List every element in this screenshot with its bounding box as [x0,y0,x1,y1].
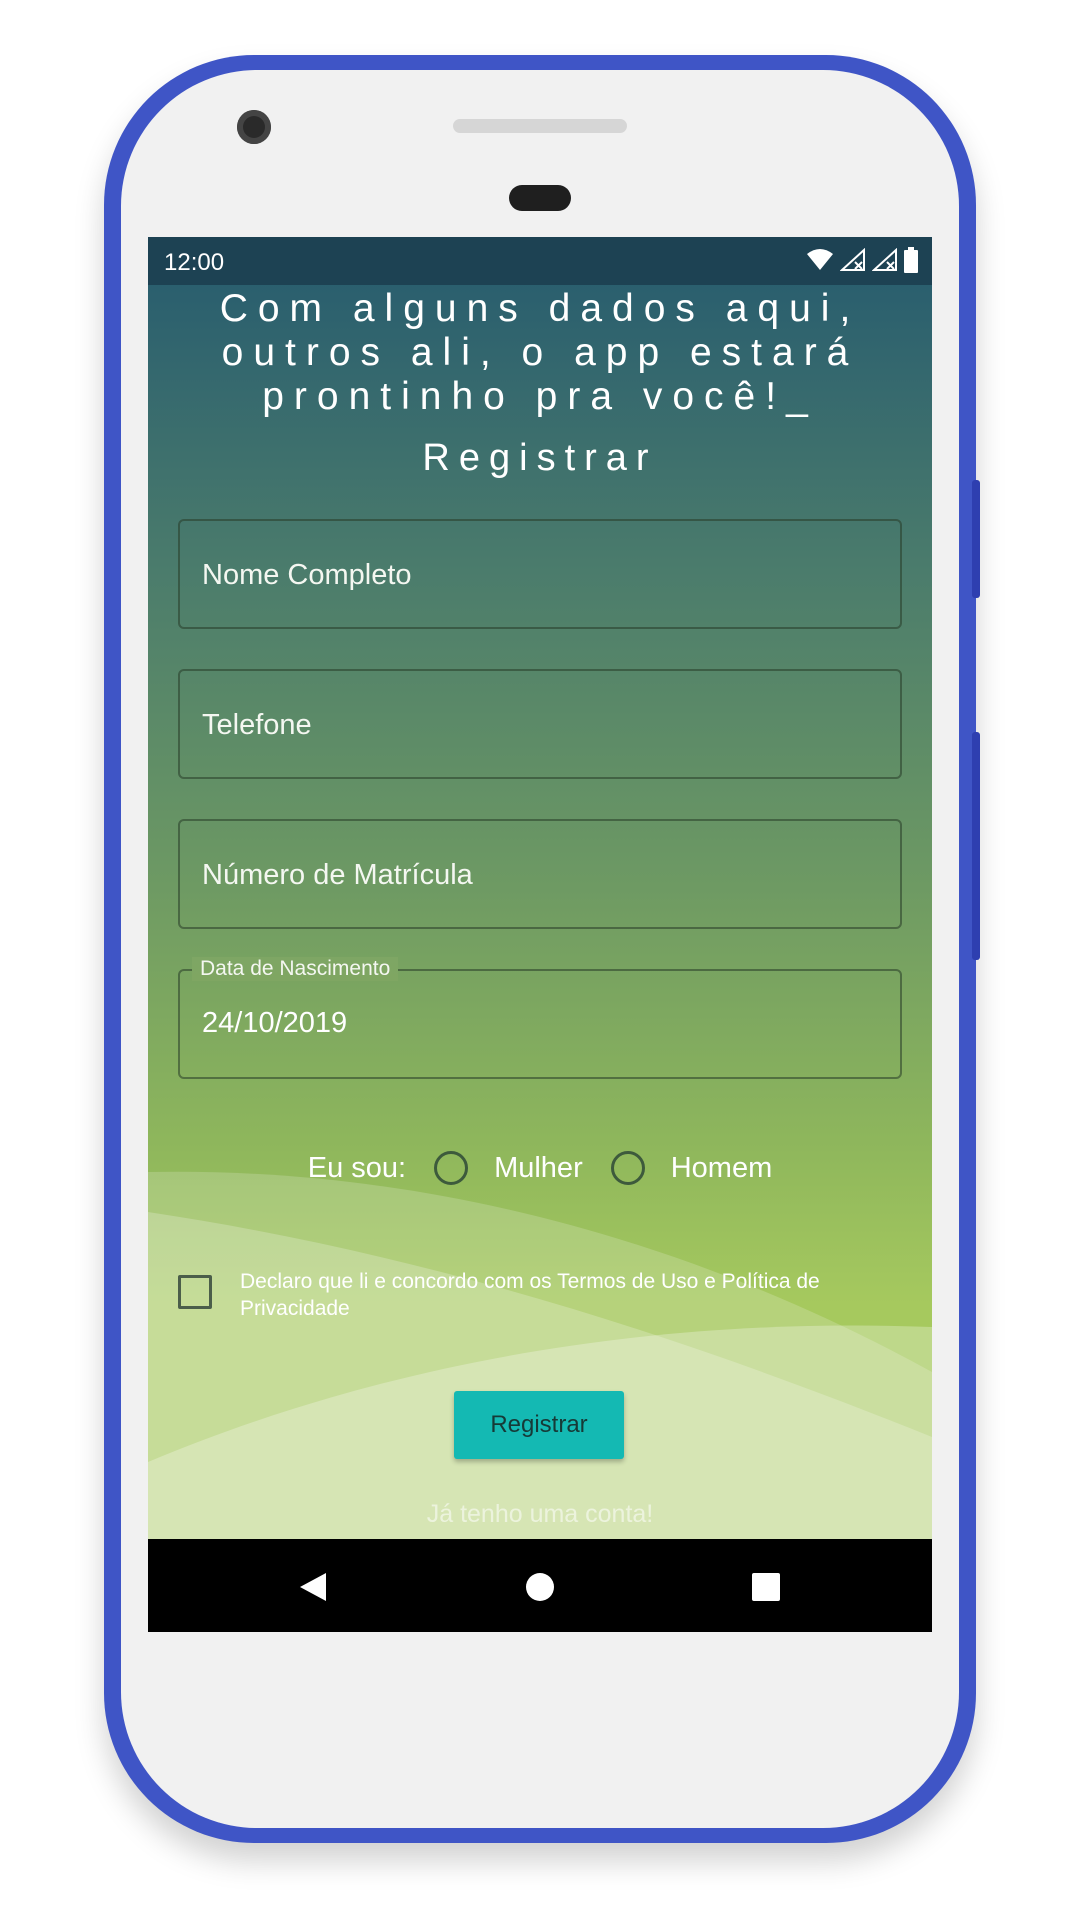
radio-male[interactable] [610,1151,645,1185]
status-icons [806,247,918,273]
birth-date-value: 24/10/2019 [202,1007,348,1039]
phone-placeholder: Telefone [202,709,312,741]
battery-icon [904,247,918,273]
home-button[interactable] [520,1567,560,1607]
birth-date-label: Data de Nascimento [192,957,399,981]
full-name-field[interactable]: Nome Completo [178,519,902,629]
volume-button [972,732,980,960]
signal-icon [872,248,897,271]
birth-date-field[interactable]: Data de Nascimento 24/10/2019 [178,957,902,1079]
register-screen: 12:00 Com alguns dados aqui, outros ali,… [148,237,932,1539]
navigation-bar [148,1539,932,1632]
status-bar: 12:00 [148,237,932,285]
full-name-placeholder: Nome Completo [202,559,412,591]
radio-female-label[interactable]: Mulher [494,1152,583,1185]
already-have-account-link[interactable]: Já tenho uma conta! [148,1500,932,1529]
gender-selector: Eu sou: Mulher Homem [148,1143,932,1193]
home-icon [526,1573,554,1601]
gender-label: Eu sou: [307,1151,407,1184]
terms-checkbox[interactable] [178,1275,212,1309]
headline: Com alguns dados aqui, outros ali, o app… [219,287,861,418]
register-button[interactable]: Registrar [454,1391,624,1459]
recents-button[interactable] [746,1567,786,1607]
speaker-grille [453,119,627,133]
power-button [972,480,980,598]
back-button[interactable] [293,1567,333,1607]
radio-male-label[interactable]: Homem [671,1152,773,1185]
phone-field[interactable]: Telefone [178,669,902,779]
status-time: 12:00 [164,249,225,276]
earpiece [509,185,571,211]
terms-text[interactable]: Declaro que li e concordo com os Termos … [240,1268,900,1322]
front-camera [237,110,271,144]
screen: 12:00 Com alguns dados aqui, outros ali,… [148,237,932,1632]
wifi-icon [807,249,833,270]
enrollment-number-field[interactable]: Número de Matrícula [178,819,902,929]
enrollment-number-placeholder: Número de Matrícula [202,859,473,891]
signal-icon [840,248,865,271]
page-title: Registrar [422,437,658,479]
radio-female[interactable] [434,1151,469,1185]
recents-icon [752,1573,780,1601]
back-icon [300,1573,326,1601]
